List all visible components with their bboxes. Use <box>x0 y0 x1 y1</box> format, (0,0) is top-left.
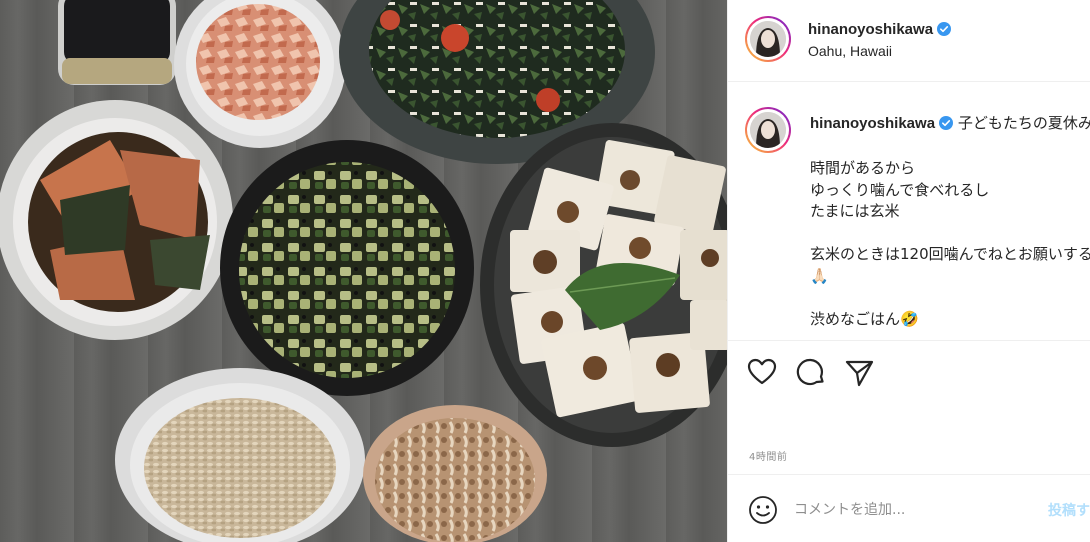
post-photo[interactable] <box>0 0 727 542</box>
comment-bar: 投稿する <box>728 474 1090 542</box>
verified-badge-icon <box>939 115 954 137</box>
post-timestamp[interactable]: 4時間前 <box>749 448 787 463</box>
smiley-icon[interactable] <box>748 495 778 525</box>
author-username[interactable]: hinanoyoshikawa <box>808 21 933 38</box>
comment-input[interactable] <box>794 497 1034 523</box>
post-comment-button[interactable]: 投稿する <box>1048 500 1090 520</box>
caption-area: hinanoyoshikawa 子どもたちの夏休み 時間があるから ゆっくり噛ん… <box>728 83 1090 340</box>
paper-plane-icon[interactable] <box>843 356 875 388</box>
action-bar <box>728 340 1090 400</box>
avatar-photo <box>750 21 786 57</box>
food-photo-illustration <box>0 0 727 542</box>
post-side-panel: hinanoyoshikawa Oahu, Hawaii hinanoyoshi… <box>727 0 1090 542</box>
tofu-pan <box>480 123 727 447</box>
post-location[interactable]: Oahu, Hawaii <box>808 43 892 59</box>
verified-badge-icon <box>937 21 952 40</box>
cucumber-bowl <box>220 140 474 396</box>
caption-avatar[interactable] <box>745 107 791 153</box>
seaweed-jar <box>58 0 176 85</box>
kabocha-bowl <box>0 100 233 340</box>
caption-body: 子どもたちの夏休み 時間があるから ゆっくり噛んで食べれるし たまには玄米 玄米… <box>810 114 1090 328</box>
kimchi-bowl <box>174 0 346 148</box>
avatar[interactable] <box>745 16 791 62</box>
heart-icon[interactable] <box>746 356 778 388</box>
caption-username[interactable]: hinanoyoshikawa <box>810 115 935 132</box>
avatar-photo <box>750 112 786 148</box>
comment-bubble-icon[interactable] <box>795 356 827 388</box>
post-header: hinanoyoshikawa Oahu, Hawaii <box>728 0 1090 82</box>
caption-text: hinanoyoshikawa 子どもたちの夏休み 時間があるから ゆっくり噛ん… <box>810 113 1090 330</box>
miso-soup-bowl <box>363 405 547 542</box>
